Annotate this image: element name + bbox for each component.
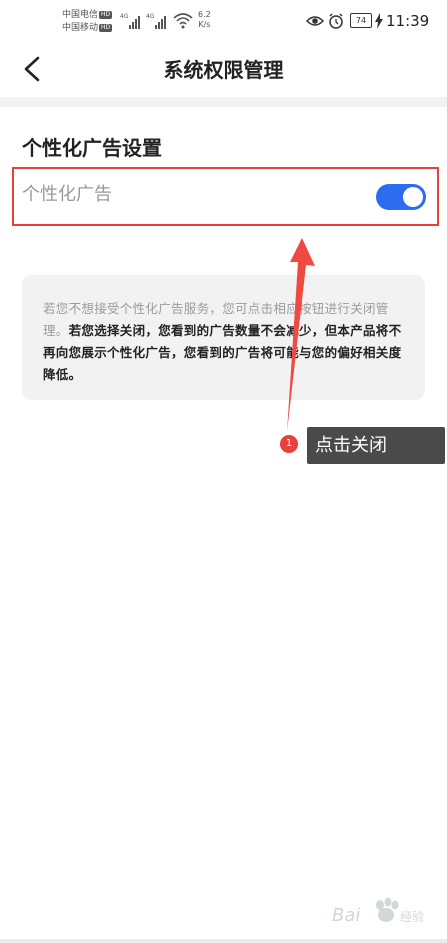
page-title: 系统权限管理	[163, 58, 284, 82]
signal-icons: 4G 4G	[120, 13, 193, 29]
bottom-edge	[0, 939, 447, 943]
carrier-2: 中国移动 HD	[62, 23, 113, 33]
net-type-label-1: 4G	[120, 13, 129, 20]
status-time: 11:39	[386, 12, 430, 30]
toggle-knob	[403, 187, 423, 207]
step-badge: 1	[280, 435, 298, 453]
battery-indicator: 74	[350, 13, 372, 28]
charging-icon	[375, 13, 383, 29]
baidu-watermark-logo: Bai 经验	[332, 897, 424, 925]
info-text-dark: 若您选择关闭，您看到的广告数量不会减少，但本产品将不再向您展示个性化广告，您看到…	[43, 323, 402, 382]
info-text: 若您不想接受个性化广告服务，您可点击相应按钮进行关闭管理。若您选择关闭，您看到的…	[43, 298, 409, 386]
svg-text:Bai: Bai	[332, 905, 360, 925]
net-type-label-2: 4G	[146, 13, 155, 20]
hd-badge: HD	[99, 11, 113, 19]
hd-badge: HD	[99, 24, 113, 32]
tooltip-box: 点击关闭	[307, 427, 445, 464]
alarm-icon	[329, 13, 343, 29]
carrier-1: 中国电信 HD	[62, 10, 113, 20]
personalized-ads-toggle[interactable]	[376, 184, 426, 210]
svg-text:经验: 经验	[400, 909, 424, 924]
section-title: 个性化广告设置	[22, 136, 162, 160]
setting-label: 个性化广告	[22, 184, 112, 205]
eye-alarm-icons	[306, 13, 343, 29]
eye-icon	[306, 16, 325, 26]
header-divider	[0, 97, 447, 107]
network-speed: 6.2 K/s	[198, 10, 211, 29]
